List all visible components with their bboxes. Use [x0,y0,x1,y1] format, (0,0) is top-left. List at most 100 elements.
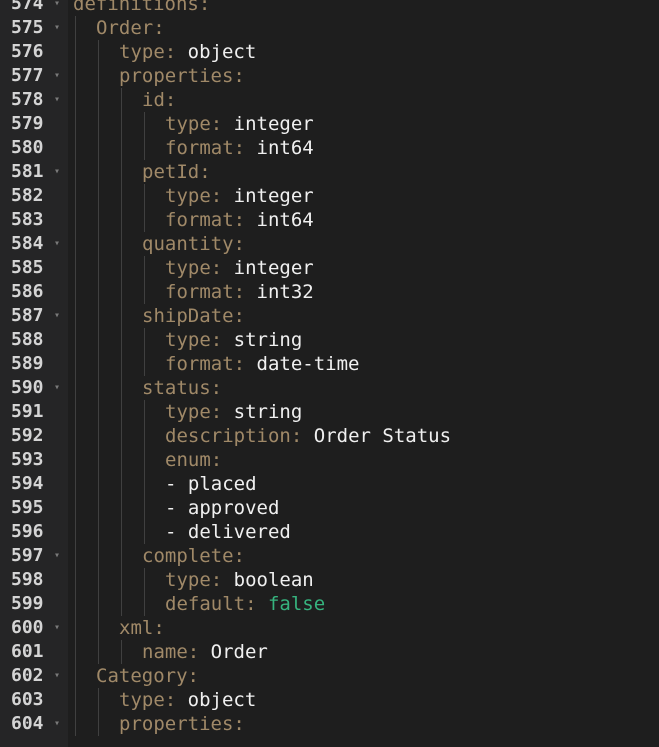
code-line[interactable]: 576 type: object [0,40,659,64]
code-line[interactable]: 577 ▾ properties: [0,64,659,88]
yaml-colon: : [233,305,245,327]
code-line[interactable]: 592 description: Order Status [0,424,659,448]
yaml-key: quantity [142,233,234,255]
indent-guide [75,136,76,160]
code-line[interactable]: 600 ▾ xml: [0,616,659,640]
code-line[interactable]: 596 - delivered [0,520,659,544]
indent-guide [98,448,99,472]
code-line[interactable]: 586 format: int32 [0,280,659,304]
code-line[interactable]: 585 type: integer [0,256,659,280]
code-line[interactable]: 599 default: false [0,592,659,616]
indent-guide [121,112,122,136]
indent-guide [144,400,145,424]
yaml-colon: : [233,281,246,303]
yaml-value: object [187,689,257,711]
yaml-key: format [165,353,234,375]
code-line[interactable]: 598 type: boolean [0,568,659,592]
code-line[interactable]: 602 ▾ Category: [0,664,659,688]
chevron-down-icon[interactable]: ▾ [54,616,64,640]
code-line[interactable]: 575 ▾ Order: [0,16,659,40]
line-number: 582 [11,185,44,206]
yaml-colon: : [187,641,200,663]
line-number: 597 [11,545,44,566]
chevron-down-icon[interactable]: ▾ [54,664,64,688]
yaml-colon: : [164,41,177,63]
chevron-down-icon[interactable]: ▾ [54,0,64,16]
line-number: 602 [11,665,44,686]
indent-guide [144,112,145,136]
code-line[interactable]: 582 type: integer [0,184,659,208]
code-line[interactable]: 591 type: string [0,400,659,424]
code-text: type: string [165,328,302,352]
indent-guide [75,400,76,424]
line-number: 591 [11,401,44,422]
code-line[interactable]: 584 ▾ quantity: [0,232,659,256]
yaml-colon: : [199,161,211,183]
chevron-down-icon[interactable]: ▾ [54,304,64,328]
yaml-colon: : [233,353,246,375]
indent-guide [121,160,122,184]
indent-guide [75,328,76,352]
yaml-key: id [142,89,165,111]
yaml-colon: : [210,329,223,351]
code-line[interactable]: 574 ▾ definitions: [0,0,659,16]
line-number: 588 [11,329,44,350]
chevron-down-icon[interactable]: ▾ [54,232,64,256]
indent-guide [144,448,145,472]
code-line[interactable]: 595 - approved [0,496,659,520]
indent-guide [75,256,76,280]
line-number: 596 [11,521,44,542]
code-line[interactable]: 587 ▾ shipDate: [0,304,659,328]
line-number: 592 [11,425,44,446]
line-number: 604 [11,713,44,734]
code-line[interactable]: 581 ▾ petId: [0,160,659,184]
line-number: 587 [11,305,44,326]
indent-guide [75,448,76,472]
code-line[interactable]: 603 type: object [0,688,659,712]
code-editor[interactable]: 574 ▾ definitions: 575 ▾ Order: 576 type: objec… [0,0,659,747]
code-line[interactable]: 594 - placed [0,472,659,496]
code-line[interactable]: 578 ▾ id: [0,88,659,112]
code-line[interactable]: 588 type: string [0,328,659,352]
code-line[interactable]: 579 type: integer [0,112,659,136]
code-line[interactable]: 601 name: Order [0,640,659,664]
code-line[interactable]: 597 ▾ complete: [0,544,659,568]
chevron-down-icon[interactable]: ▾ [54,544,64,568]
indent-guide [98,712,99,736]
indent-guide [144,520,145,544]
code-text: definitions: [73,0,210,16]
yaml-key: shipDate [142,305,234,327]
code-line[interactable]: 589 format: date-time [0,352,659,376]
indent-guide [98,136,99,160]
yaml-key: description [165,425,291,447]
chevron-down-icon[interactable]: ▾ [54,64,64,88]
indent-guide [144,592,145,616]
yaml-value: - approved [165,497,280,519]
indent-guide [75,184,76,208]
code-line[interactable]: 580 format: int64 [0,136,659,160]
yaml-value: Order Status [313,425,452,447]
chevron-down-icon[interactable]: ▾ [54,16,64,40]
indent-guide [144,352,145,376]
code-text: id: [142,88,176,112]
indent-guide [121,256,122,280]
indent-guide [98,400,99,424]
indent-guide [121,592,122,616]
indent-guide [98,328,99,352]
chevron-down-icon[interactable]: ▾ [54,160,64,184]
chevron-down-icon[interactable]: ▾ [54,88,64,112]
chevron-down-icon[interactable]: ▾ [54,376,64,400]
yaml-value: integer [233,185,314,207]
indent-guide [98,592,99,616]
code-line[interactable]: 604 ▾ properties: [0,712,659,736]
code-text: - placed [165,472,257,496]
yaml-key: type [165,185,211,207]
chevron-down-icon[interactable]: ▾ [54,712,64,736]
code-line[interactable]: 593 enum: [0,448,659,472]
indent-guide [144,184,145,208]
code-line[interactable]: 583 format: int64 [0,208,659,232]
code-line[interactable]: 590 ▾ status: [0,376,659,400]
indent-guide [75,64,76,88]
yaml-key: format [165,209,234,231]
code-text: format: int64 [165,136,314,160]
